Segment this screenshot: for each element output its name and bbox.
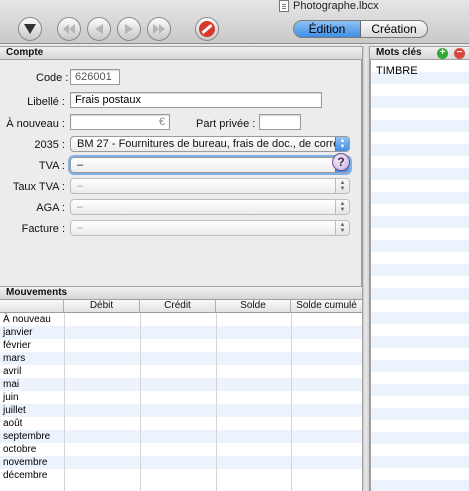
tab-creation[interactable]: Création [361, 21, 427, 37]
no-entry-icon [199, 21, 215, 37]
column-header-solde-cumule[interactable]: Solde cumulé [291, 300, 362, 313]
a-nouveau-label: À nouveau : [6, 118, 65, 130]
part-privee-field[interactable] [259, 114, 301, 130]
tva-select[interactable]: – ▲▼ [70, 157, 350, 173]
column-divider [140, 313, 141, 491]
mouvements-section-header: Mouvements [0, 286, 362, 300]
table-row[interactable]: octobre [0, 443, 362, 456]
row-month-label: juillet [3, 405, 26, 416]
row-month-label: mai [3, 379, 20, 390]
row-month-label: février [3, 340, 31, 351]
column-divider [216, 313, 217, 491]
column-header-credit[interactable]: Crédit [140, 300, 216, 313]
libelle-label: Libellé : [27, 96, 65, 108]
part-privee-label: Part privée : [196, 118, 256, 130]
row-month-label: décembre [3, 470, 48, 481]
table-row[interactable]: février [0, 339, 362, 352]
compte-section-header: Compte [0, 46, 362, 60]
column-header-month[interactable] [0, 300, 64, 313]
form-2035-label: 2035 : [34, 139, 65, 151]
updown-arrows-icon: ▲▼ [335, 200, 349, 214]
help-button[interactable]: ? [332, 153, 350, 171]
tva-label: TVA : [38, 160, 65, 172]
aga-label: AGA : [36, 202, 65, 214]
libelle-field[interactable]: Frais postaux [70, 92, 322, 108]
window-title: Photographe.lbcx [293, 0, 379, 12]
row-month-label: novembre [3, 457, 48, 468]
aga-select[interactable]: – ▲ ▼ [70, 199, 350, 215]
last-record-button[interactable] [147, 17, 171, 41]
a-nouveau-field[interactable]: € [70, 114, 170, 130]
table-row[interactable]: avril [0, 365, 362, 378]
title-toolbar: Photographe.lbcx Édition Création [0, 0, 469, 44]
updown-arrows-icon: ▲▼ [335, 137, 349, 151]
add-keyword-button[interactable]: + [437, 48, 448, 59]
row-month-label: À nouveau [3, 314, 51, 325]
row-month-label: mars [3, 353, 26, 364]
play-left-icon [95, 24, 103, 34]
table-row[interactable]: juin [0, 391, 362, 404]
aga-value: – [77, 201, 84, 213]
table-row[interactable]: mai [0, 378, 362, 391]
row-month-label: août [3, 418, 23, 429]
mode-segmented-control: Édition Création [293, 20, 428, 38]
row-month-label: octobre [3, 444, 37, 455]
mouvements-table: Débit Crédit Solde Solde cumulé À nouvea… [0, 300, 362, 491]
rewind-icon [63, 24, 75, 34]
form-2035-value: BM 27 - Fournitures de bureau, frais de … [77, 138, 350, 150]
facture-value: – [77, 222, 84, 234]
keywords-list: TIMBRE [370, 60, 469, 491]
table-row[interactable]: décembre [0, 469, 362, 482]
table-row[interactable]: janvier [0, 326, 362, 339]
fast-forward-icon [153, 24, 165, 34]
tab-edition[interactable]: Édition [294, 21, 361, 37]
menu-button[interactable] [18, 17, 42, 41]
remove-keyword-button[interactable]: − [454, 48, 465, 59]
column-divider [64, 313, 65, 491]
tva-value: – [77, 159, 84, 171]
taux-tva-select[interactable]: – ▲ ▼ [70, 178, 350, 194]
column-divider [291, 313, 292, 491]
table-row[interactable]: septembre [0, 430, 362, 443]
updown-arrows-icon: ▲▼ [335, 179, 349, 193]
table-header-row: Débit Crédit Solde Solde cumulé [0, 300, 362, 313]
taux-tva-label: Taux TVA : [12, 181, 65, 193]
table-row[interactable]: mars [0, 352, 362, 365]
previous-record-button[interactable] [87, 17, 111, 41]
column-header-solde[interactable]: Solde [216, 300, 291, 313]
document-icon [279, 0, 289, 12]
code-field[interactable]: 626001 [70, 69, 120, 85]
facture-label: Facture : [21, 223, 65, 235]
table-row[interactable]: août [0, 417, 362, 430]
play-right-icon [125, 24, 133, 34]
taux-tva-value: – [77, 180, 84, 192]
delete-record-button[interactable] [195, 17, 219, 41]
form-2035-select[interactable]: BM 27 - Fournitures de bureau, frais de … [70, 136, 350, 152]
compte-form: Code : 626001 Libellé : Frais postaux À … [0, 60, 362, 286]
table-row[interactable]: À nouveau [0, 313, 362, 326]
row-month-label: juin [3, 392, 19, 403]
row-month-label: janvier [3, 327, 33, 338]
next-record-button[interactable] [117, 17, 141, 41]
row-month-label: septembre [3, 431, 51, 442]
first-record-button[interactable] [57, 17, 81, 41]
table-row[interactable]: novembre [0, 456, 362, 469]
facture-select[interactable]: – ▲ ▼ [70, 220, 350, 236]
app-window: Photographe.lbcx Édition Création Compte… [0, 0, 469, 491]
column-header-debit[interactable]: Débit [64, 300, 140, 313]
panel-splitter[interactable] [362, 46, 370, 491]
updown-arrows-icon: ▲▼ [335, 221, 349, 235]
table-row[interactable]: juillet [0, 404, 362, 417]
row-month-label: avril [3, 366, 22, 377]
triangle-down-icon [24, 24, 36, 34]
keyword-item[interactable]: TIMBRE [376, 65, 418, 77]
code-label: Code : [36, 72, 69, 84]
